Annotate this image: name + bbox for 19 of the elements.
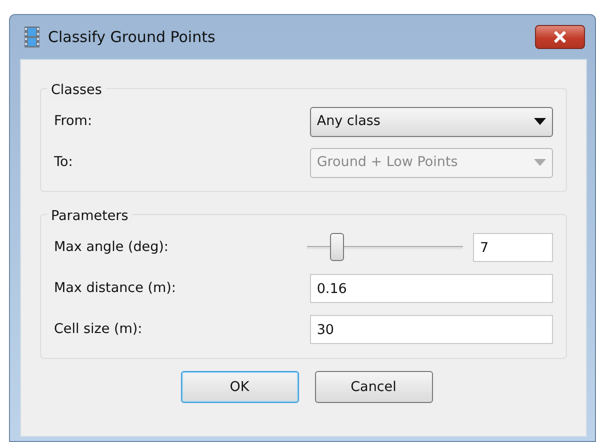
field-label: From: [54,112,93,132]
slider-thumb[interactable] [330,232,344,260]
film-icon [24,26,40,48]
dialog-button[interactable]: OK [180,371,298,403]
caret-icon [534,159,546,166]
close-icon [553,31,567,43]
dropdown: Ground + Low Points [310,148,553,178]
number-field[interactable]: 7 [473,233,553,262]
dropdown[interactable]: Any class [310,106,553,136]
caret-icon [534,118,546,125]
field-label: Max angle (deg): [54,238,170,258]
input-field[interactable]: 30 [310,315,553,344]
field-label: Cell size (m): [54,320,144,340]
field-label: Max distance (m): [54,279,177,298]
close-button[interactable] [535,25,585,49]
dialog-button[interactable]: Cancel [314,371,432,403]
window-title: Classify Ground Points [48,26,216,48]
field-label: To: [54,153,74,172]
input-field[interactable]: 0.16 [310,274,553,303]
